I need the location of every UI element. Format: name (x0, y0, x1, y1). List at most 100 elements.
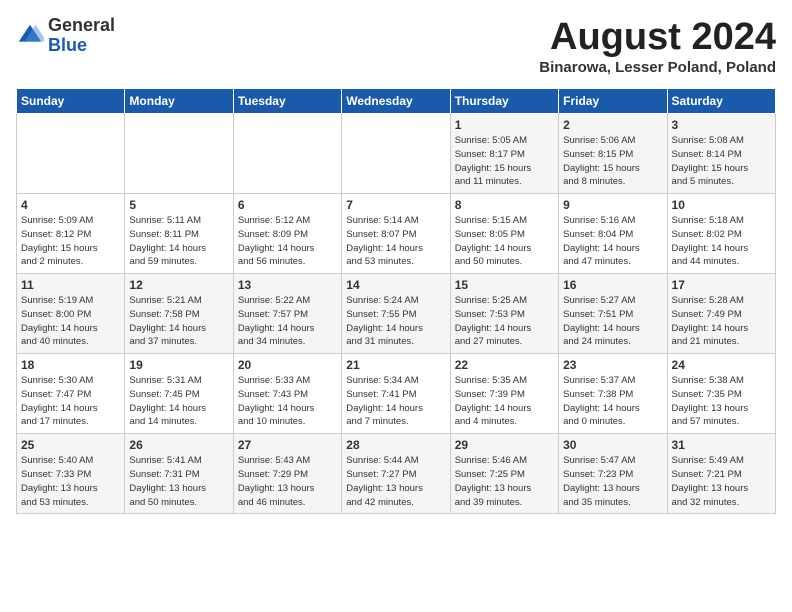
day-info: Sunrise: 5:40 AM Sunset: 7:33 PM Dayligh… (21, 454, 120, 509)
day-info: Sunrise: 5:25 AM Sunset: 7:53 PM Dayligh… (455, 294, 554, 349)
calendar-cell: 1 Sunrise: 5:05 AM Sunset: 8:17 PM Daylig… (450, 114, 558, 194)
calendar-cell: 3Sunrise: 5:08 AM Sunset: 8:14 PM Daylig… (667, 114, 775, 194)
calendar-header: SundayMondayTuesdayWednesdayThursdayFrid… (17, 89, 776, 114)
day-number: 2 (563, 118, 662, 132)
day-number: 8 (455, 198, 554, 212)
logo-general-text: General (48, 16, 115, 36)
calendar-cell: 8 Sunrise: 5:15 AM Sunset: 8:05 PM Daylig… (450, 194, 558, 274)
day-number: 23 (563, 358, 662, 372)
header-cell-monday: Monday (125, 89, 233, 114)
day-info: Sunrise: 5:06 AM Sunset: 8:15 PM Dayligh… (563, 134, 662, 189)
header-cell-sunday: Sunday (17, 89, 125, 114)
day-info: Sunrise: 5:46 AM Sunset: 7:25 PM Dayligh… (455, 454, 554, 509)
day-info: Sunrise: 5:16 AM Sunset: 8:04 PM Dayligh… (563, 214, 662, 269)
day-info: Sunrise: 5:12 AM Sunset: 8:09 PM Dayligh… (238, 214, 337, 269)
calendar-cell (233, 114, 341, 194)
header-cell-friday: Friday (559, 89, 667, 114)
day-number: 30 (563, 438, 662, 452)
day-number: 16 (563, 278, 662, 292)
day-info: Sunrise: 5:22 AM Sunset: 7:57 PM Dayligh… (238, 294, 337, 349)
week-row-5: 25 Sunrise: 5:40 AM Sunset: 7:33 PM Dayli… (17, 434, 776, 514)
day-number: 14 (346, 278, 445, 292)
day-info: Sunrise: 5:11 AM Sunset: 8:11 PM Dayligh… (129, 214, 228, 269)
day-info: Sunrise: 5:14 AM Sunset: 8:07 PM Dayligh… (346, 214, 445, 269)
day-info: Sunrise: 5:28 AM Sunset: 7:49 PM Dayligh… (672, 294, 771, 349)
day-info: Sunrise: 5:34 AM Sunset: 7:41 PM Dayligh… (346, 374, 445, 429)
calendar-cell: 30 Sunrise: 5:47 AM Sunset: 7:23 PM Dayli… (559, 434, 667, 514)
calendar-cell: 31Sunrise: 5:49 AM Sunset: 7:21 PM Dayli… (667, 434, 775, 514)
week-row-1: 1 Sunrise: 5:05 AM Sunset: 8:17 PM Daylig… (17, 114, 776, 194)
day-info: Sunrise: 5:21 AM Sunset: 7:58 PM Dayligh… (129, 294, 228, 349)
week-row-3: 11 Sunrise: 5:19 AM Sunset: 8:00 PM Dayli… (17, 274, 776, 354)
day-number: 25 (21, 438, 120, 452)
day-info: Sunrise: 5:09 AM Sunset: 8:12 PM Dayligh… (21, 214, 120, 269)
day-info: Sunrise: 5:15 AM Sunset: 8:05 PM Dayligh… (455, 214, 554, 269)
calendar-cell: 22 Sunrise: 5:35 AM Sunset: 7:39 PM Dayli… (450, 354, 558, 434)
day-info: Sunrise: 5:38 AM Sunset: 7:35 PM Dayligh… (672, 374, 771, 429)
header-row: SundayMondayTuesdayWednesdayThursdayFrid… (17, 89, 776, 114)
calendar-cell: 12 Sunrise: 5:21 AM Sunset: 7:58 PM Dayli… (125, 274, 233, 354)
header-cell-saturday: Saturday (667, 89, 775, 114)
day-info: Sunrise: 5:37 AM Sunset: 7:38 PM Dayligh… (563, 374, 662, 429)
day-info: Sunrise: 5:33 AM Sunset: 7:43 PM Dayligh… (238, 374, 337, 429)
day-number: 29 (455, 438, 554, 452)
calendar-cell: 13Sunrise: 5:22 AM Sunset: 7:57 PM Dayli… (233, 274, 341, 354)
day-info: Sunrise: 5:30 AM Sunset: 7:47 PM Dayligh… (21, 374, 120, 429)
day-number: 15 (455, 278, 554, 292)
day-info: Sunrise: 5:18 AM Sunset: 8:02 PM Dayligh… (672, 214, 771, 269)
day-info: Sunrise: 5:35 AM Sunset: 7:39 PM Dayligh… (455, 374, 554, 429)
day-number: 11 (21, 278, 120, 292)
header-cell-wednesday: Wednesday (342, 89, 450, 114)
calendar-cell: 6 Sunrise: 5:12 AM Sunset: 8:09 PM Daylig… (233, 194, 341, 274)
week-row-2: 4Sunrise: 5:09 AM Sunset: 8:12 PM Daylig… (17, 194, 776, 274)
calendar-cell (342, 114, 450, 194)
calendar-cell: 23 Sunrise: 5:37 AM Sunset: 7:38 PM Dayli… (559, 354, 667, 434)
calendar-cell: 19 Sunrise: 5:31 AM Sunset: 7:45 PM Dayli… (125, 354, 233, 434)
day-info: Sunrise: 5:05 AM Sunset: 8:17 PM Dayligh… (455, 134, 554, 189)
calendar-cell (125, 114, 233, 194)
day-number: 5 (129, 198, 228, 212)
calendar-body: 1 Sunrise: 5:05 AM Sunset: 8:17 PM Daylig… (17, 114, 776, 514)
calendar-cell: 14 Sunrise: 5:24 AM Sunset: 7:55 PM Dayli… (342, 274, 450, 354)
day-number: 24 (672, 358, 771, 372)
location-subtitle: Binarowa, Lesser Poland, Poland (539, 59, 776, 76)
logo-blue-text: Blue (48, 36, 115, 56)
day-number: 9 (563, 198, 662, 212)
day-info: Sunrise: 5:47 AM Sunset: 7:23 PM Dayligh… (563, 454, 662, 509)
day-number: 6 (238, 198, 337, 212)
calendar-cell: 24 Sunrise: 5:38 AM Sunset: 7:35 PM Dayli… (667, 354, 775, 434)
day-info: Sunrise: 5:31 AM Sunset: 7:45 PM Dayligh… (129, 374, 228, 429)
day-number: 20 (238, 358, 337, 372)
calendar-cell: 15 Sunrise: 5:25 AM Sunset: 7:53 PM Dayli… (450, 274, 558, 354)
day-number: 19 (129, 358, 228, 372)
day-number: 26 (129, 438, 228, 452)
day-info: Sunrise: 5:41 AM Sunset: 7:31 PM Dayligh… (129, 454, 228, 509)
day-number: 22 (455, 358, 554, 372)
calendar-cell: 20 Sunrise: 5:33 AM Sunset: 7:43 PM Dayli… (233, 354, 341, 434)
day-number: 18 (21, 358, 120, 372)
calendar-cell: 7Sunrise: 5:14 AM Sunset: 8:07 PM Daylig… (342, 194, 450, 274)
calendar-cell: 18 Sunrise: 5:30 AM Sunset: 7:47 PM Dayli… (17, 354, 125, 434)
header-cell-tuesday: Tuesday (233, 89, 341, 114)
day-number: 1 (455, 118, 554, 132)
day-info: Sunrise: 5:27 AM Sunset: 7:51 PM Dayligh… (563, 294, 662, 349)
calendar-cell: 29 Sunrise: 5:46 AM Sunset: 7:25 PM Dayli… (450, 434, 558, 514)
day-info: Sunrise: 5:43 AM Sunset: 7:29 PM Dayligh… (238, 454, 337, 509)
calendar-cell: 17 Sunrise: 5:28 AM Sunset: 7:49 PM Dayli… (667, 274, 775, 354)
calendar-cell: 9 Sunrise: 5:16 AM Sunset: 8:04 PM Daylig… (559, 194, 667, 274)
calendar-cell: 2 Sunrise: 5:06 AM Sunset: 8:15 PM Daylig… (559, 114, 667, 194)
header-cell-thursday: Thursday (450, 89, 558, 114)
day-info: Sunrise: 5:19 AM Sunset: 8:00 PM Dayligh… (21, 294, 120, 349)
week-row-4: 18 Sunrise: 5:30 AM Sunset: 7:47 PM Dayli… (17, 354, 776, 434)
day-info: Sunrise: 5:24 AM Sunset: 7:55 PM Dayligh… (346, 294, 445, 349)
calendar-cell: 11 Sunrise: 5:19 AM Sunset: 8:00 PM Dayli… (17, 274, 125, 354)
calendar-cell: 27Sunrise: 5:43 AM Sunset: 7:29 PM Dayli… (233, 434, 341, 514)
month-title: August 2024 (539, 16, 776, 59)
day-number: 17 (672, 278, 771, 292)
calendar-cell: 10Sunrise: 5:18 AM Sunset: 8:02 PM Dayli… (667, 194, 775, 274)
page-header: General Blue August 2024 Binarowa, Lesse… (16, 16, 776, 76)
day-number: 12 (129, 278, 228, 292)
day-number: 3 (672, 118, 771, 132)
day-info: Sunrise: 5:49 AM Sunset: 7:21 PM Dayligh… (672, 454, 771, 509)
title-block: August 2024 Binarowa, Lesser Poland, Pol… (539, 16, 776, 76)
